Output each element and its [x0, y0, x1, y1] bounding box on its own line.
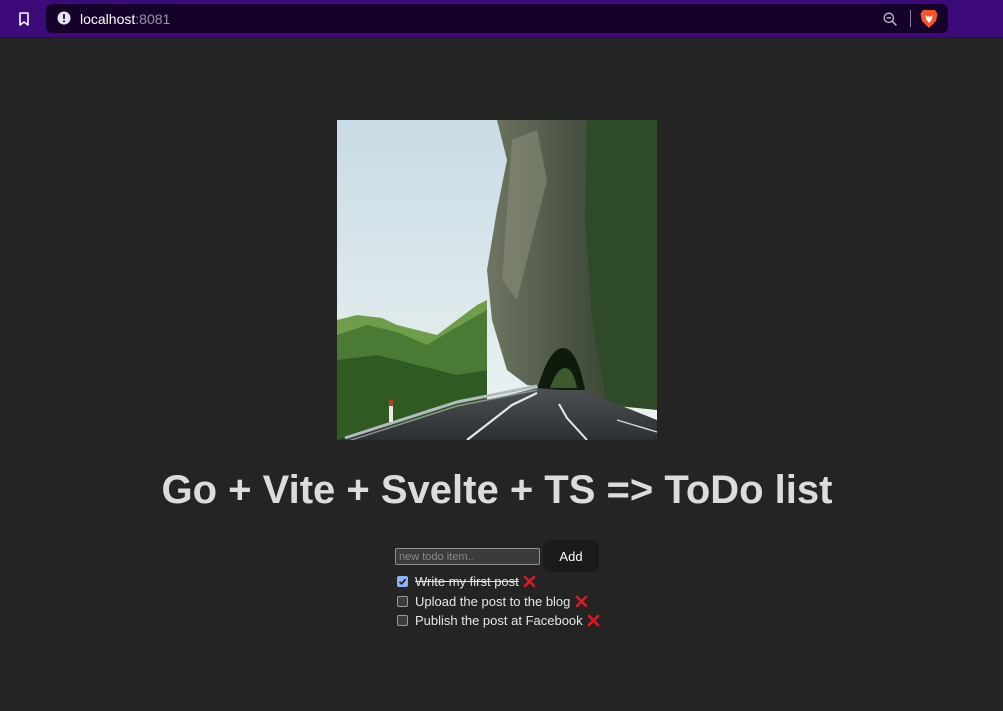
bookmark-icon[interactable]: [14, 9, 34, 29]
todo-list: Write my first post Upload the post to t…: [396, 572, 626, 631]
zoom-out-icon[interactable]: [882, 11, 898, 27]
add-todo-button[interactable]: Add: [543, 540, 599, 572]
todo-item: Write my first post: [396, 572, 626, 592]
page-title: Go + Vite + Svelte + TS => ToDo list: [161, 468, 833, 512]
brave-lion-icon[interactable]: [920, 9, 938, 29]
todo-label: Upload the post to the blog: [415, 593, 571, 609]
todo-item: Publish the post at Facebook: [396, 611, 626, 631]
url-text: localhost:8081: [80, 11, 170, 27]
address-bar[interactable]: localhost:8081: [46, 4, 948, 33]
todo-label: Write my first post: [415, 574, 519, 590]
info-icon[interactable]: [57, 11, 71, 25]
delete-icon[interactable]: [587, 614, 601, 628]
delete-icon[interactable]: [574, 594, 588, 608]
url-port: :8081: [135, 11, 171, 27]
hero-image: [337, 120, 657, 440]
todo-checkbox[interactable]: [397, 576, 408, 588]
toolbar-divider: [910, 10, 911, 27]
delete-icon[interactable]: [523, 575, 537, 589]
todo-item: Upload the post to the blog: [396, 592, 626, 612]
url-host: localhost: [80, 11, 136, 27]
browser-toolbar: localhost:8081: [0, 0, 1003, 38]
todo-checkbox[interactable]: [397, 615, 408, 627]
todo-checkbox[interactable]: [397, 595, 408, 607]
todo-label: Publish the post at Facebook: [415, 613, 583, 629]
new-todo-input[interactable]: [395, 548, 540, 565]
